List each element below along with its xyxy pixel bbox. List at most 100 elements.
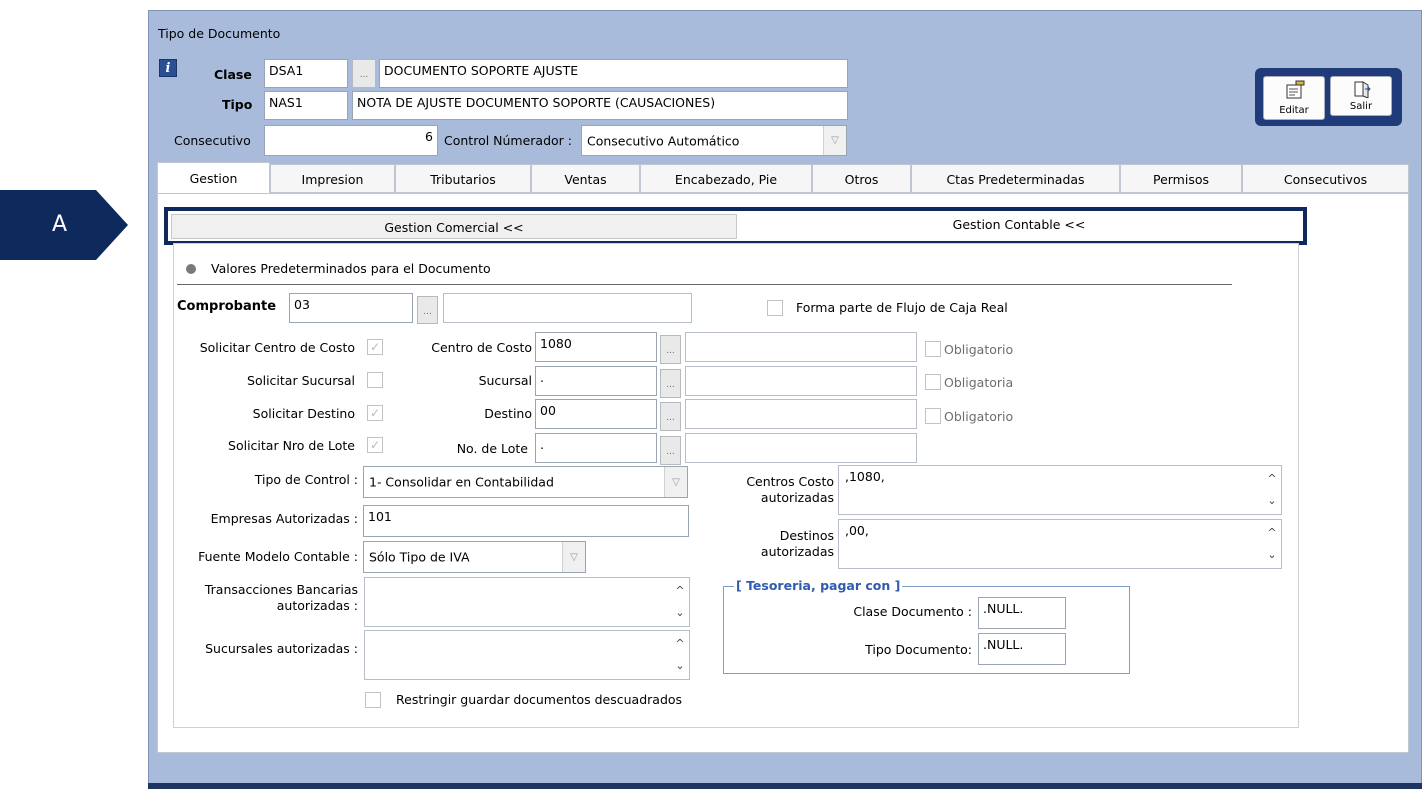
clase-documento-field[interactable]: .NULL.	[978, 597, 1066, 629]
chevron-down-icon[interactable]: ▽	[562, 542, 585, 572]
transacciones-bancarias-label-line2: autorizadas :	[276, 598, 358, 613]
clase-code-field[interactable]: DSA1	[264, 59, 348, 88]
sucursales-autorizadas-memo[interactable]: ^ ⌄	[364, 630, 690, 680]
section-divider	[177, 284, 1232, 285]
editar-button[interactable]: Editar	[1263, 76, 1325, 120]
sucursal-description-field	[685, 366, 917, 396]
window-title: Tipo de Documento	[158, 26, 281, 41]
editar-button-label: Editar	[1279, 105, 1309, 116]
destinos-autorizadas-value: ,00,	[845, 523, 869, 538]
tipo-control-select[interactable]: 1- Consolidar en Contabilidad ▽	[363, 466, 688, 498]
flujo-caja-checkbox[interactable]	[767, 300, 783, 316]
destino-lookup-button[interactable]: ...	[660, 402, 681, 431]
centros-costo-autorizadas-label-line1: Centros Costo	[746, 474, 834, 489]
no-lote-lookup-button[interactable]: ...	[660, 436, 681, 465]
tipo-label: Tipo	[222, 97, 253, 112]
centro-costo-label: Centro de Costo	[431, 340, 532, 355]
consecutivo-label: Consecutivo	[174, 133, 251, 148]
no-lote-description-field	[685, 433, 917, 463]
restringir-descuadrados-label: Restringir guardar documentos descuadrad…	[396, 692, 683, 707]
comprobante-code-field[interactable]: 03	[289, 293, 413, 323]
transacciones-bancarias-memo[interactable]: ^ ⌄	[364, 577, 690, 627]
scroll-up-icon[interactable]: ^	[1265, 526, 1279, 540]
consecutivo-field[interactable]: 6	[264, 125, 438, 156]
fuente-modelo-contable-label: Fuente Modelo Contable :	[198, 549, 358, 564]
solicitar-destino-label: Solicitar Destino	[252, 406, 355, 421]
empresas-autorizadas-field[interactable]: 101	[363, 505, 689, 537]
info-icon[interactable]: i	[159, 59, 177, 77]
subtab-gestion-contable-label: Gestion Contable <<	[952, 217, 1086, 232]
tab-ctas-predeterminadas[interactable]: Ctas Predeterminadas	[911, 164, 1120, 193]
subtab-gestion-comercial[interactable]: Gestion Comercial <<	[171, 214, 737, 239]
tab-permisos[interactable]: Permisos	[1120, 164, 1242, 193]
control-numerador-value: Consecutivo Automático	[587, 133, 740, 148]
clase-lookup-button[interactable]: ...	[352, 59, 376, 88]
salir-button-label: Salir	[1349, 101, 1373, 112]
tipo-description-field: NOTA DE AJUSTE DOCUMENTO SOPORTE (CAUSAC…	[352, 91, 848, 120]
control-numerador-select[interactable]: Consecutivo Automático ▽	[581, 125, 847, 156]
chevron-down-icon[interactable]: ▽	[823, 126, 846, 155]
tipo-control-label: Tipo de Control :	[254, 472, 358, 487]
tipo-documento-field[interactable]: .NULL.	[978, 633, 1066, 665]
scroll-up-icon[interactable]: ^	[673, 584, 687, 598]
destinos-autorizadas-label-line1: Destinos	[779, 528, 834, 543]
comprobante-lookup-button[interactable]: ...	[417, 296, 438, 324]
sucursales-autorizadas-label: Sucursales autorizadas :	[205, 641, 358, 656]
centro-costo-lookup-button[interactable]: ...	[660, 335, 681, 364]
subtab-gestion-comercial-label: Gestion Comercial <<	[384, 220, 524, 235]
scroll-down-icon[interactable]: ⌄	[1265, 494, 1279, 508]
tipo-code-field[interactable]: NAS1	[264, 91, 348, 120]
centro-costo-code-field[interactable]: 1080	[535, 332, 657, 362]
tab-impresion[interactable]: Impresion	[270, 164, 395, 193]
tab-otros[interactable]: Otros	[812, 164, 911, 193]
fuente-modelo-contable-select[interactable]: Sólo Tipo de IVA ▽	[363, 541, 586, 573]
annotation-callout: A	[0, 190, 128, 260]
sucursal-code-field[interactable]: .	[535, 366, 657, 396]
no-lote-code-field[interactable]: .	[535, 433, 657, 463]
scroll-up-icon[interactable]: ^	[673, 637, 687, 651]
flujo-caja-label: Forma parte de Flujo de Caja Real	[796, 300, 1008, 315]
sucursal-lookup-button[interactable]: ...	[660, 369, 681, 398]
restringir-descuadrados-checkbox[interactable]	[365, 692, 381, 708]
tesoreria-group-title: [ Tesoreria, pagar con ]	[734, 577, 903, 595]
tab-tributarios[interactable]: Tributarios	[395, 164, 531, 193]
centro-costo-obligatorio-label: Obligatorio	[944, 342, 1014, 357]
solicitar-nro-lote-checkbox[interactable]: ✓	[367, 437, 383, 453]
centro-costo-obligatorio-checkbox[interactable]	[925, 341, 941, 357]
no-lote-label: No. de Lote	[456, 441, 528, 456]
centro-costo-description-field	[685, 332, 917, 362]
scroll-down-icon[interactable]: ⌄	[1265, 548, 1279, 562]
destino-description-field	[685, 399, 917, 429]
solicitar-centro-costo-checkbox[interactable]: ✓	[367, 339, 383, 355]
tab-gestion[interactable]: Gestion	[157, 162, 270, 193]
edit-icon	[1286, 80, 1305, 99]
centros-costo-autorizadas-memo[interactable]: ,1080, ^ ⌄	[838, 465, 1282, 515]
comprobante-label: Comprobante	[177, 299, 277, 314]
destino-label: Destino	[484, 406, 532, 421]
clase-label: Clase	[214, 67, 252, 82]
scroll-down-icon[interactable]: ⌄	[673, 659, 687, 673]
tab-ventas[interactable]: Ventas	[531, 164, 640, 193]
tipo-control-value: 1- Consolidar en Contabilidad	[369, 474, 554, 490]
chevron-down-icon[interactable]: ▽	[664, 467, 687, 497]
destinos-autorizadas-memo[interactable]: ,00, ^ ⌄	[838, 519, 1282, 569]
destino-code-field[interactable]: 00	[535, 399, 657, 429]
section-title: Valores Predeterminados para el Document…	[211, 261, 491, 276]
annotation-label: A	[52, 212, 68, 237]
solicitar-destino-checkbox[interactable]: ✓	[367, 405, 383, 421]
salir-button[interactable]: Salir	[1330, 76, 1392, 116]
centros-costo-autorizadas-label-line2: autorizadas	[760, 490, 834, 505]
sucursal-obligatoria-checkbox[interactable]	[925, 374, 941, 390]
destinos-autorizadas-label: Destinos autorizadas	[720, 528, 834, 560]
destino-obligatorio-checkbox[interactable]	[925, 408, 941, 424]
solicitar-centro-costo-label: Solicitar Centro de Costo	[199, 340, 355, 355]
centros-costo-autorizadas-label: Centros Costo autorizadas	[720, 474, 834, 506]
destinos-autorizadas-label-line2: autorizadas	[760, 544, 834, 559]
control-numerador-label: Control Númerador :	[444, 133, 573, 148]
tab-encabezado-pie[interactable]: Encabezado, Pie	[640, 164, 812, 193]
tab-consecutivos[interactable]: Consecutivos	[1242, 164, 1409, 193]
solicitar-sucursal-checkbox[interactable]	[367, 372, 383, 388]
subtab-gestion-contable[interactable]: Gestion Contable <<	[737, 212, 1301, 239]
scroll-up-icon[interactable]: ^	[1265, 472, 1279, 486]
scroll-down-icon[interactable]: ⌄	[673, 606, 687, 620]
